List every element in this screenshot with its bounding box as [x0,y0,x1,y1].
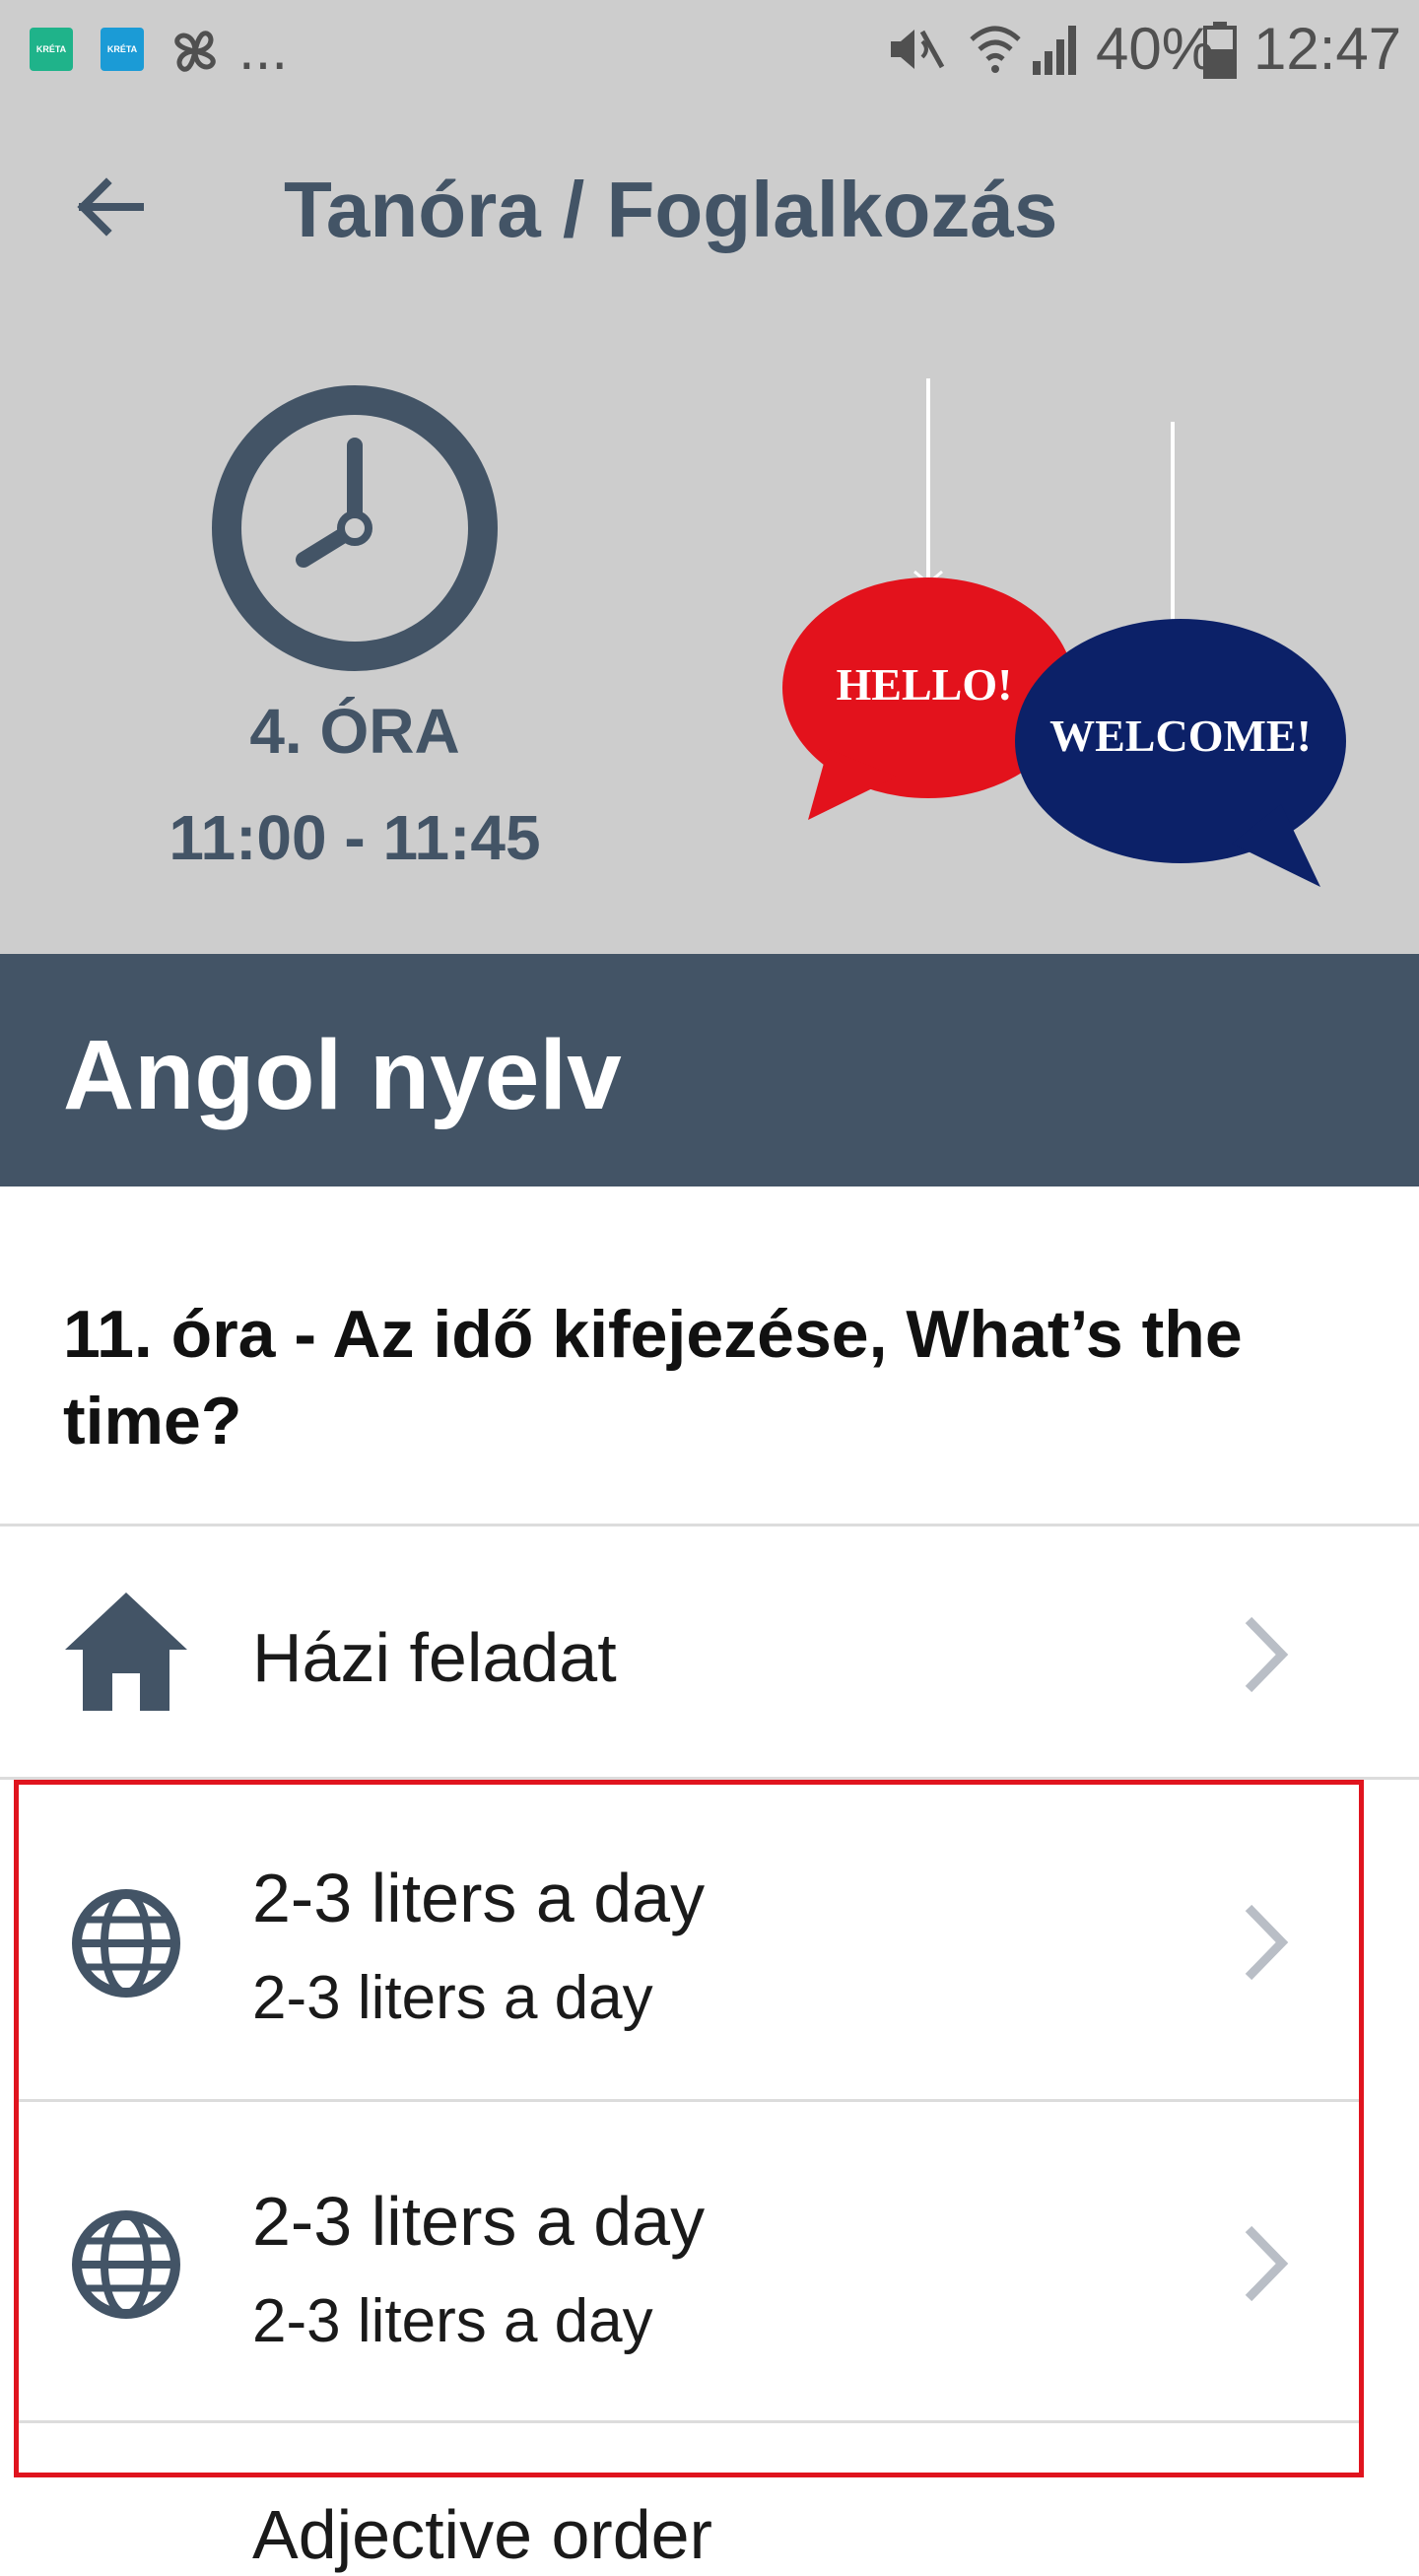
hello-welcome-illustration: HELLO! WELCOME! [782,378,1346,887]
pinwheel-icon [174,31,216,72]
signal-icon [1033,26,1076,75]
next-row-label[interactable]: Adjective order [252,2493,712,2576]
lesson-topic: 11. óra - Az idő kifejezése, What’s the … [63,1297,1243,1458]
welcome-bubble: WELCOME! [1015,619,1346,887]
status-bar: KRÉTA KRÉTA ... 40% 12:47 [0,0,1419,99]
kreta-app-icon: KRÉTA [101,28,144,71]
battery-icon [1203,22,1237,79]
clock: 12:47 [1253,16,1402,82]
welcome-text: WELCOME! [1049,711,1312,761]
wifi-icon [970,26,1021,73]
kreta-app-icon: KRÉTA [30,28,73,71]
period-label: 4. ÓRA [249,696,460,767]
mute-icon [891,30,945,69]
battery-percentage: 40% [1096,16,1215,82]
chevron-right-icon [1245,1616,1289,1693]
hello-text: HELLO! [837,659,1013,710]
subject-name: Angol nyelv [63,1020,622,1130]
more-notifications: ... [238,16,289,82]
clock-icon [212,385,498,671]
arrow-left-icon[interactable] [71,168,150,246]
highlight-box [14,1780,1364,2477]
home-icon [65,1593,187,1711]
page-title: Tanóra / Foglalkozás [284,166,1058,253]
time-range: 11:00 - 11:45 [169,802,541,873]
homework-label: Házi feladat [252,1619,617,1696]
homework-row[interactable] [0,1526,1419,1777]
